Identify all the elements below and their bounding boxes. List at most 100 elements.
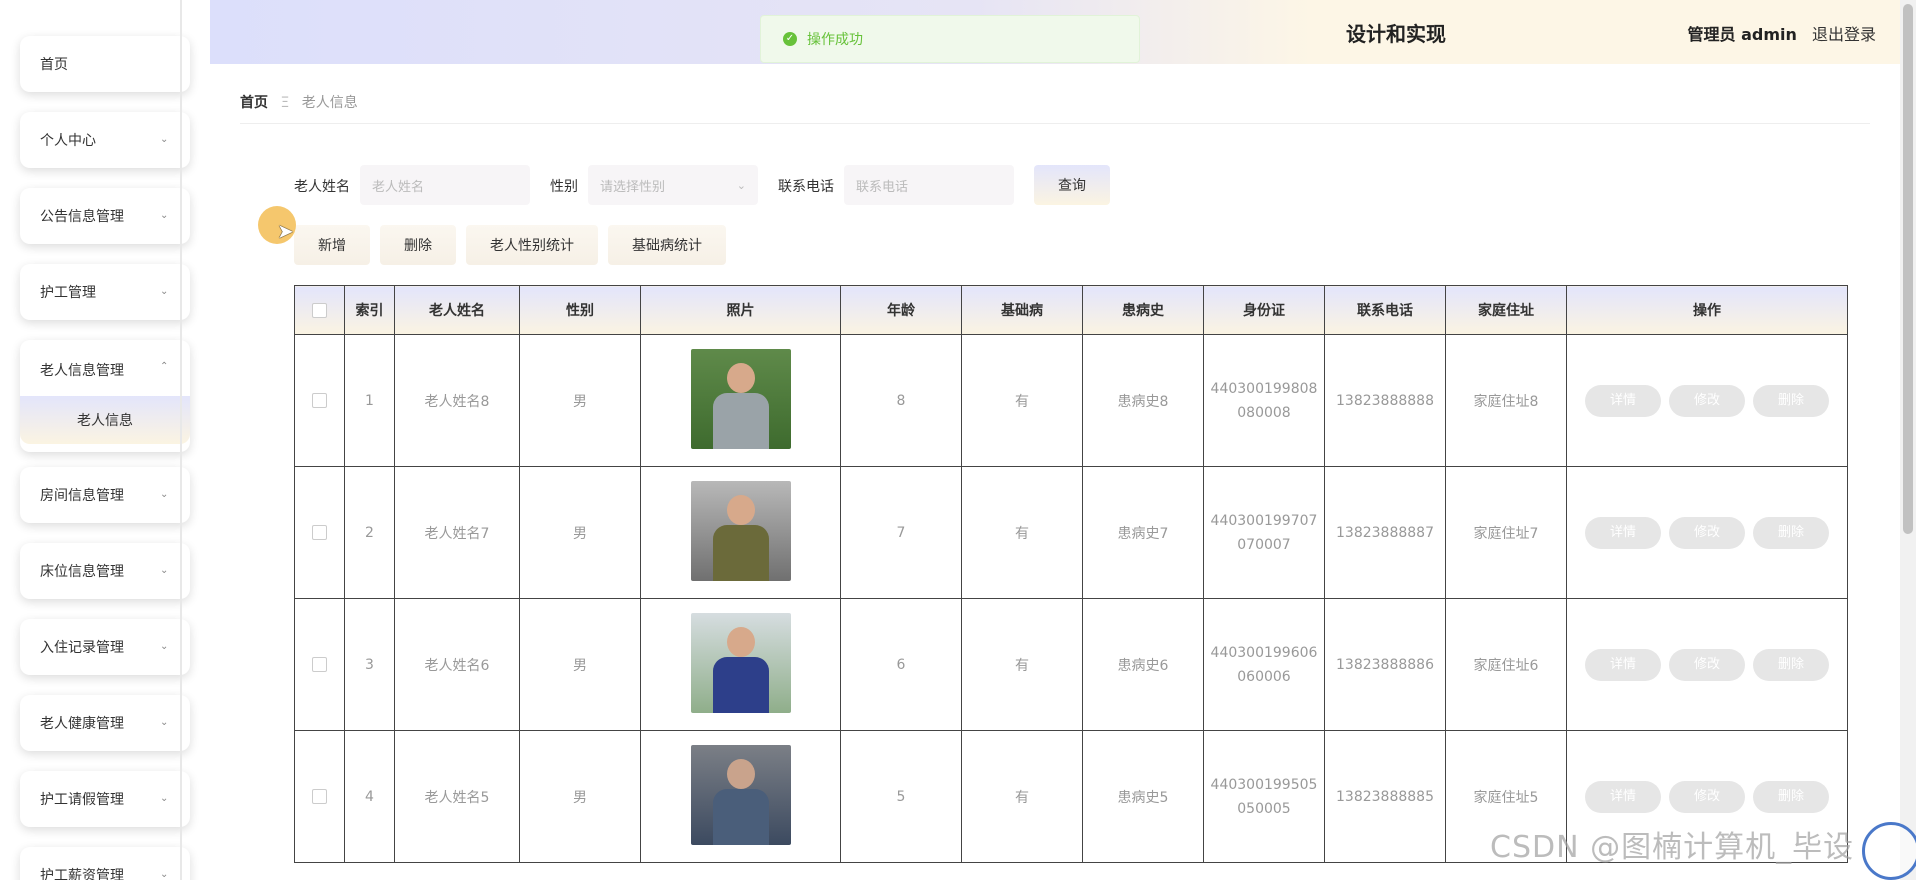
name-label: 老人姓名 [294, 179, 350, 195]
success-toast: ✓ 操作成功 [760, 15, 1140, 63]
operations-cell: 详情 修改 删除 [1566, 466, 1848, 599]
detail-button[interactable]: 详情 [1585, 384, 1661, 417]
address-cell: 家庭住址6 [1445, 598, 1567, 731]
id-card-part1: 440300199707 [1210, 512, 1318, 529]
sidebar-item-personal[interactable]: 个人中心 ⌄ [20, 112, 190, 168]
id-card-part2: 060006 [1237, 668, 1291, 685]
photo-head [726, 758, 755, 789]
phone-search-input[interactable]: 联系电话 [844, 165, 1014, 205]
sidebar-item-caregiver[interactable]: 护工管理 ⌄ [20, 264, 190, 320]
logout-link[interactable]: 退出登录 [1812, 25, 1876, 44]
sidebar-item-bed[interactable]: 床位信息管理 ⌄ [20, 543, 190, 599]
photo-body [712, 656, 769, 713]
row-checkbox[interactable] [312, 789, 327, 804]
sidebar-item-home[interactable]: 首页 [20, 36, 190, 92]
row-checkbox[interactable] [312, 657, 327, 672]
row-delete-button[interactable]: 删除 [1753, 780, 1829, 813]
id-card-cell: 440300199505 050005 [1203, 730, 1325, 863]
sidebar-item-room[interactable]: 房间信息管理 ⌄ [20, 467, 190, 523]
history-cell: 患病史7 [1082, 466, 1204, 599]
id-card-cell: 440300199808 080008 [1203, 334, 1325, 467]
row-delete-button[interactable]: 删除 [1753, 384, 1829, 417]
sidebar-item-salary[interactable]: 护工薪资管理 ⌄ [20, 847, 190, 880]
chevron-up-icon: ⌃ [160, 361, 169, 372]
breadcrumb-current: 老人信息 [301, 95, 358, 111]
chevron-down-icon: ⌄ [160, 134, 169, 145]
column-header: 性别 [519, 285, 641, 335]
sidebar-item-label: 公告信息管理 [40, 209, 124, 225]
gender-select-placeholder: 请选择性别 [600, 179, 666, 195]
elder-photo[interactable] [690, 348, 791, 449]
sidebar-item-label: 个人中心 [40, 133, 96, 149]
floating-circle-button[interactable] [1862, 822, 1916, 880]
elder-photo[interactable] [690, 612, 791, 713]
select-all-checkbox[interactable] [312, 302, 327, 318]
index-cell: 2 [344, 466, 395, 599]
toast-message: 操作成功 [807, 32, 863, 48]
index-cell: 4 [344, 730, 395, 863]
photo-cell [640, 466, 841, 599]
row-delete-button[interactable]: 删除 [1753, 516, 1829, 549]
edit-button[interactable]: 修改 [1669, 516, 1745, 549]
query-button[interactable]: 查询 [1034, 165, 1110, 205]
sidebar-item-label: 入住记录管理 [40, 640, 124, 656]
name-cell: 老人姓名5 [394, 730, 520, 863]
photo-body [712, 788, 769, 845]
disease-cell: 有 [961, 466, 1083, 599]
table-row: 2 老人姓名7 男 7 有 患病史7 440300199707 070007 13… [294, 466, 1848, 599]
sidebar-item-leave[interactable]: 护工请假管理 ⌄ [20, 771, 190, 827]
detail-button[interactable]: 详情 [1585, 780, 1661, 813]
id-card-part1: 440300199505 [1210, 776, 1318, 793]
delete-button[interactable]: 删除 [380, 225, 456, 265]
id-card-cell: 440300199606 060006 [1203, 598, 1325, 731]
column-header: 操作 [1566, 285, 1848, 335]
edit-button[interactable]: 修改 [1669, 648, 1745, 681]
id-card-part2: 050005 [1237, 800, 1291, 817]
row-delete-button[interactable]: 删除 [1753, 648, 1829, 681]
chevron-down-icon: ⌄ [160, 641, 169, 652]
phone-cell: 13823888888 [1324, 334, 1446, 467]
gender-cell: 男 [519, 334, 641, 467]
phone-cell: 13823888885 [1324, 730, 1446, 863]
chevron-down-icon: ⌄ [160, 565, 169, 576]
sidebar-item-elder[interactable]: 老人信息管理 ⌃ 老人信息 [20, 340, 190, 452]
system-title: 设计和实现 [1346, 22, 1446, 46]
row-checkbox[interactable] [312, 393, 327, 408]
detail-button[interactable]: 详情 [1585, 648, 1661, 681]
submenu-item-elder-info[interactable]: 老人信息 [20, 396, 190, 444]
breadcrumb-home[interactable]: 首页 [240, 95, 268, 111]
detail-button[interactable]: 详情 [1585, 516, 1661, 549]
address-cell: 家庭住址8 [1445, 334, 1567, 467]
column-header: 索引 [344, 285, 395, 335]
sidebar-item-health[interactable]: 老人健康管理 ⌄ [20, 695, 190, 751]
add-button[interactable]: 新增 [294, 225, 370, 265]
chevron-down-icon: ⌄ [160, 793, 169, 804]
edit-button[interactable]: 修改 [1669, 780, 1745, 813]
edit-button[interactable]: 修改 [1669, 384, 1745, 417]
sidebar-item-notice[interactable]: 公告信息管理 ⌄ [20, 188, 190, 244]
gender-select[interactable]: 请选择性别 ⌄ [588, 165, 758, 205]
row-checkbox[interactable] [312, 525, 327, 540]
disease-stats-button[interactable]: 基础病统计 [608, 225, 726, 265]
column-header: 基础病 [961, 285, 1083, 335]
elder-photo[interactable] [690, 480, 791, 581]
sidebar-item-label: 老人健康管理 [40, 716, 124, 732]
index-cell: 3 [344, 598, 395, 731]
gender-cell: 男 [519, 730, 641, 863]
phone-label: 联系电话 [778, 179, 834, 195]
column-header: 老人姓名 [394, 285, 520, 335]
scrollbar-thumb[interactable] [1903, 4, 1913, 534]
history-cell: 患病史5 [1082, 730, 1204, 863]
chevron-down-icon: ⌄ [160, 869, 169, 880]
operations-cell: 详情 修改 删除 [1566, 334, 1848, 467]
elder-photo[interactable] [690, 744, 791, 845]
sidebar-item-checkin[interactable]: 入住记录管理 ⌄ [20, 619, 190, 675]
submenu-item-label: 老人信息 [77, 413, 133, 429]
row-select-cell [294, 730, 345, 863]
age-cell: 7 [840, 466, 962, 599]
disease-cell: 有 [961, 334, 1083, 467]
gender-stats-button[interactable]: 老人性别统计 [466, 225, 598, 265]
id-card-part2: 080008 [1237, 404, 1291, 421]
name-search-input[interactable]: 老人姓名 [360, 165, 530, 205]
address-cell: 家庭住址7 [1445, 466, 1567, 599]
